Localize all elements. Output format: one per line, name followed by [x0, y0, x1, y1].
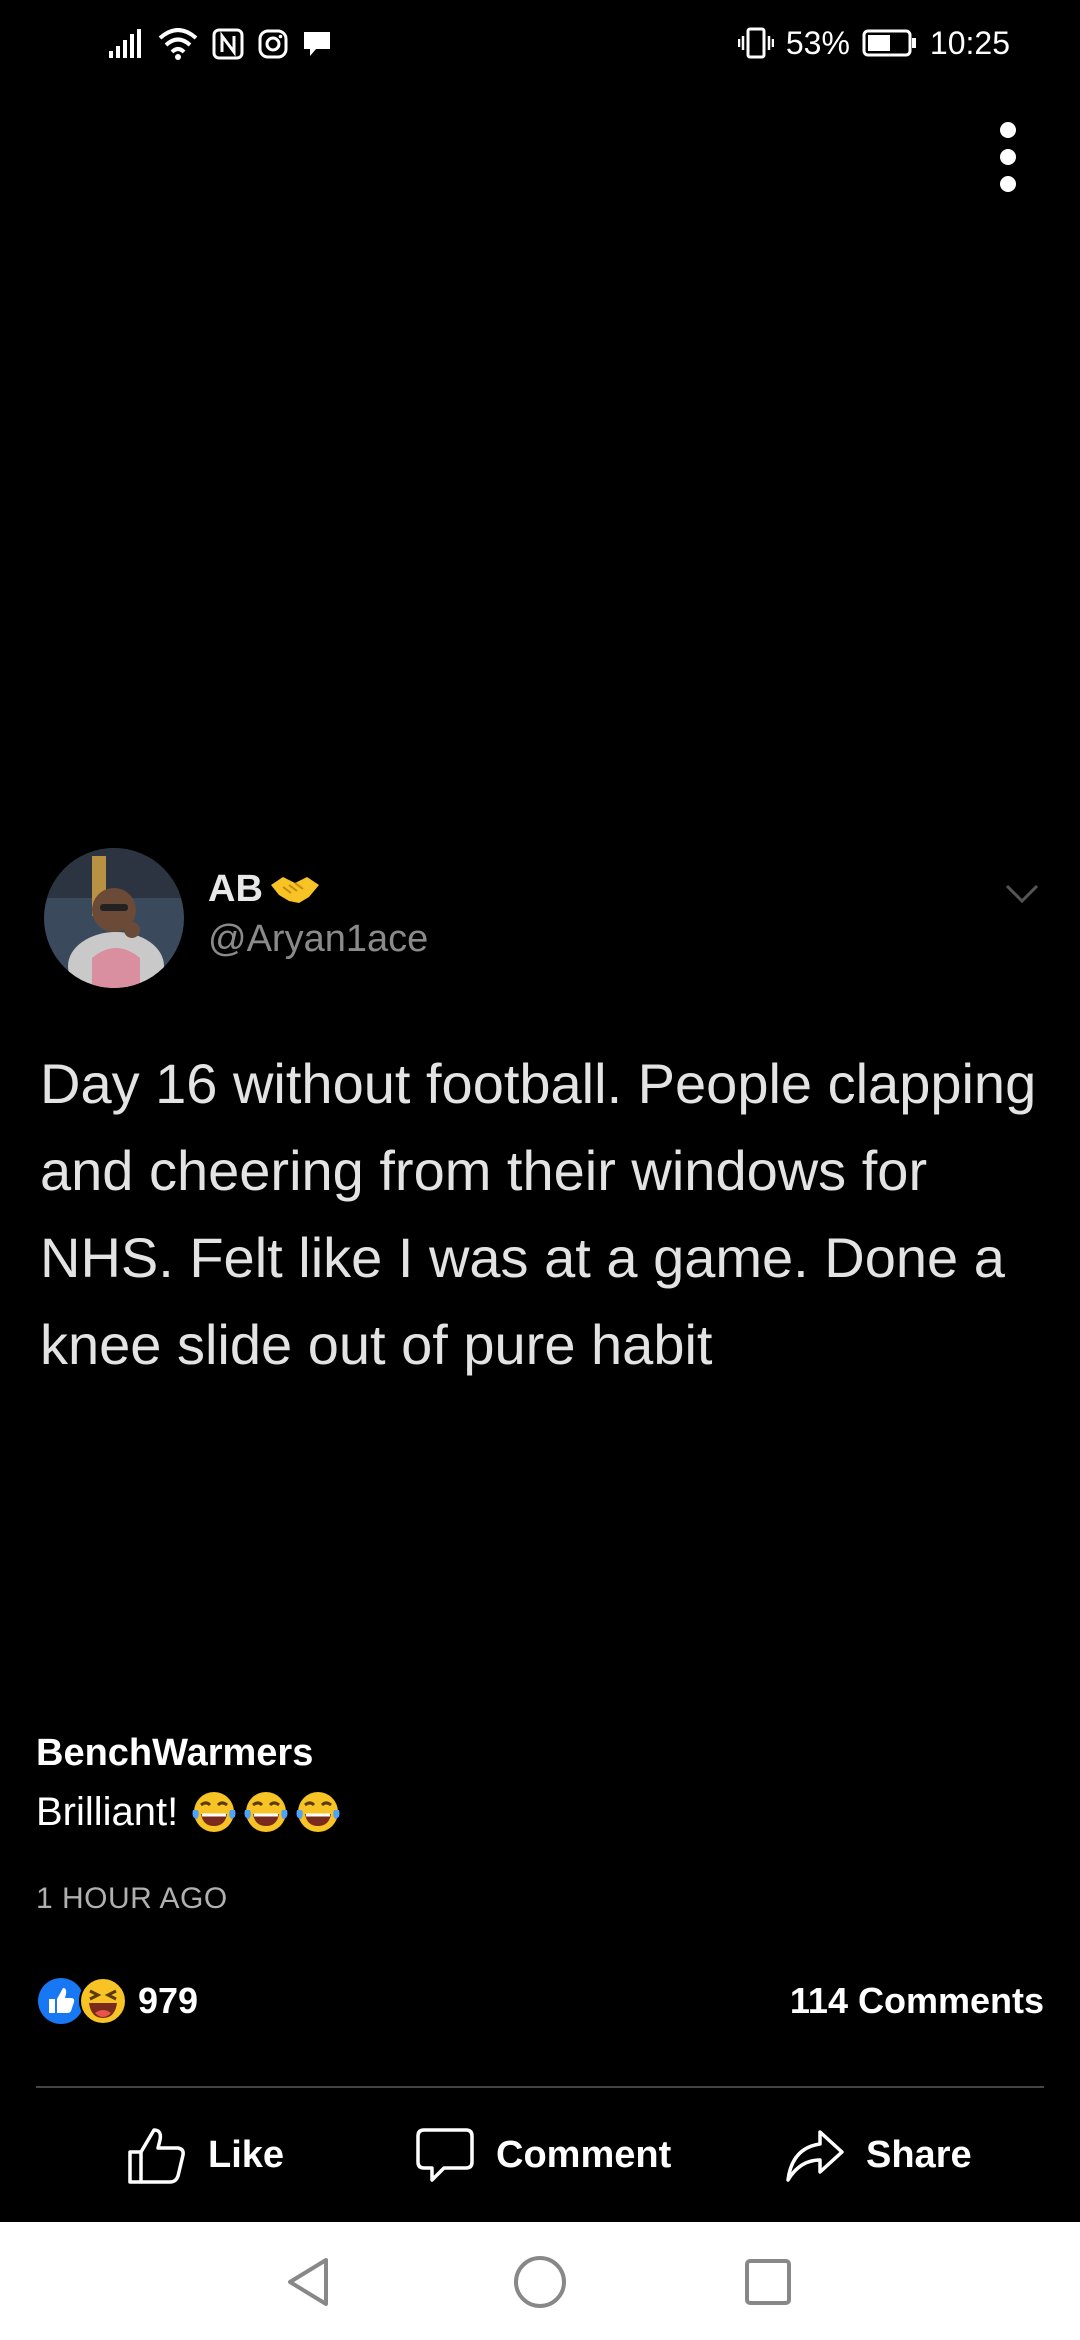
more-vertical-icon	[1000, 122, 1016, 138]
share-icon	[786, 2130, 844, 2182]
tweet-author: AB	[208, 868, 321, 911]
reaction-count: 979	[138, 1980, 199, 2021]
status-icons-left	[108, 24, 332, 64]
recents-icon[interactable]	[744, 2258, 792, 2306]
divider	[36, 2086, 1044, 2088]
tweet-text: Day 16 without football. People clapping…	[40, 1052, 1037, 1376]
tears-of-joy-emoji	[192, 1792, 236, 1832]
signal-icon	[109, 29, 141, 58]
thumbs-up-icon	[128, 2128, 185, 2184]
post-timestamp: 1 HOUR AGO	[36, 1882, 228, 1915]
caption-text: Brilliant!	[36, 1789, 179, 1834]
share-button[interactable]: Share	[784, 2120, 972, 2190]
like-label: Like	[208, 2133, 285, 2176]
tears-of-joy-emoji	[296, 1792, 340, 1832]
chevron-down-icon	[1005, 884, 1039, 904]
comment-icon	[416, 2128, 474, 2182]
comment-label: Comment	[496, 2133, 672, 2176]
back-icon[interactable]	[284, 2256, 332, 2308]
post-caption: Brilliant!	[36, 1788, 342, 1836]
comments-count[interactable]: 114 Comments	[790, 1980, 1044, 2022]
more-dot	[1000, 149, 1016, 165]
battery-percent: 53%	[785, 24, 850, 61]
share-label: Share	[866, 2133, 972, 2176]
comment-button[interactable]: Comment	[414, 2120, 671, 2190]
nfc-icon	[212, 28, 244, 60]
battery-icon	[862, 29, 916, 57]
home-icon[interactable]	[512, 2254, 568, 2310]
message-icon	[304, 32, 330, 56]
clock: 10:25	[929, 24, 1010, 61]
more-options-button[interactable]	[996, 122, 1020, 192]
more-dot	[1000, 176, 1016, 192]
system-nav-bar	[0, 2222, 1080, 2340]
page-name[interactable]: BenchWarmers	[36, 1732, 313, 1775]
author-name: AB	[208, 868, 263, 910]
wifi-icon	[158, 28, 198, 60]
tears-of-joy-emoji	[244, 1792, 288, 1832]
handshake-emoji	[270, 876, 319, 903]
instagram-icon	[258, 29, 288, 59]
vibrate-icon	[737, 27, 774, 59]
reactions-summary[interactable]: 979	[36, 1976, 198, 2026]
haha-reaction-icon	[79, 1977, 127, 2025]
tweet-handle: @Aryan1ace	[208, 918, 429, 960]
status-icons-right: 53% 10:25	[737, 18, 1010, 68]
avatar	[44, 848, 184, 988]
caption-emojis	[190, 1788, 342, 1836]
like-button[interactable]: Like	[126, 2120, 284, 2190]
